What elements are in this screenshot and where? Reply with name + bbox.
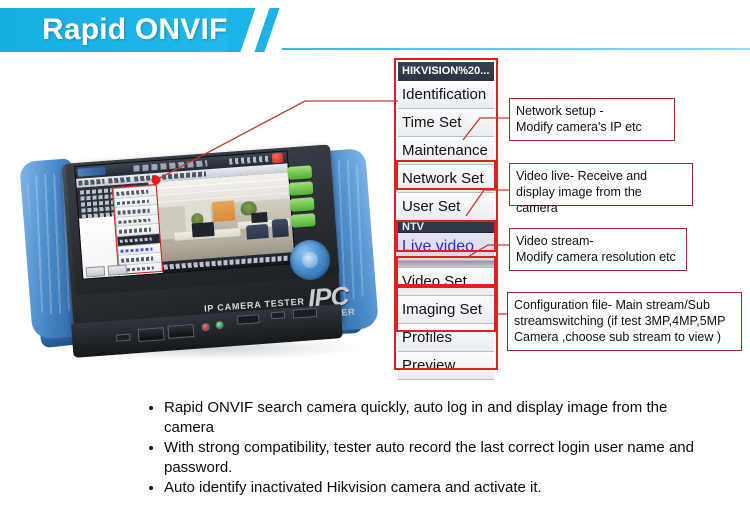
device-port-hdmi xyxy=(236,314,260,325)
menu-item-preview[interactable]: Preview xyxy=(398,352,494,380)
callout-video-live-line1: Video live- Receive and xyxy=(516,169,648,183)
onvif-menu-panel: HIKVISION%20... Identification Time Set … xyxy=(398,62,494,380)
menu-item-user-set[interactable]: User Set xyxy=(398,193,494,221)
screen-refresh-button xyxy=(107,264,128,276)
callout-config-line1: Configuration file- Main stream/Sub xyxy=(514,298,710,312)
screen-app-badge xyxy=(77,166,106,177)
menu-item-time-set[interactable]: Time Set xyxy=(398,109,494,137)
device-side-keys xyxy=(287,165,318,239)
banner-underline xyxy=(282,48,750,50)
menu-item-video-set[interactable]: Video Set xyxy=(398,268,494,296)
device-key-3 xyxy=(289,197,315,212)
device-jack-audio-in xyxy=(201,322,210,332)
device-port-rj45-a xyxy=(137,327,165,343)
menu-item-network-set[interactable]: Network Set xyxy=(398,165,494,193)
video-orange-partition xyxy=(212,200,236,222)
feature-bullet-list: Rapid ONVIF search camera quickly, auto … xyxy=(146,398,706,499)
video-monitor xyxy=(251,211,268,224)
screen-toolbar-btn-3 xyxy=(134,174,159,182)
video-monitor xyxy=(191,221,215,238)
page-header-banner: Rapid ONVIF xyxy=(0,8,750,52)
menu-item-identification[interactable]: Identification xyxy=(398,81,494,109)
callout-video-live-line2: display image from the camera xyxy=(516,185,642,215)
device-port-rj45-b xyxy=(167,323,195,339)
device-port-vga xyxy=(292,307,318,319)
device-screen xyxy=(74,150,296,280)
device-key-1 xyxy=(287,165,313,181)
screen-menu-highlight xyxy=(111,183,164,276)
feature-item: With strong compatibility, tester auto r… xyxy=(164,438,706,477)
device-key-2 xyxy=(288,181,314,196)
ip-camera-tester-photo: IP CAMERA TESTER IPC TESTER xyxy=(18,140,390,372)
menu-item-imaging-set[interactable]: Imaging Set xyxy=(398,296,494,324)
callout-config-line3: Camera ,choose sub stream to view ) xyxy=(514,330,722,344)
screen-close-icon xyxy=(271,152,284,164)
callout-network-setup-line2: Modify camera's IP etc xyxy=(516,120,642,134)
menu-separator-bar xyxy=(398,261,494,268)
callout-video-stream-line2: Modify camera resolution etc xyxy=(516,250,676,264)
screen-status-icons xyxy=(228,155,270,165)
menu-item-live-video[interactable]: Live video xyxy=(398,233,494,261)
device-port-usb-2 xyxy=(270,311,286,320)
menu-header: HIKVISION%20... xyxy=(398,62,494,81)
device-port-usb xyxy=(116,333,131,342)
callout-video-live: Video live- Receive and display image fr… xyxy=(509,163,693,215)
callout-network-setup: Network setup - Modify camera's IP etc xyxy=(509,98,675,141)
screen-add-button xyxy=(85,266,106,278)
feature-item: Rapid ONVIF search camera quickly, auto … xyxy=(164,398,706,437)
screen-toolbar-btn-1 xyxy=(78,178,105,186)
callout-video-stream: Video stream- Modify camera resolution e… xyxy=(509,228,687,271)
menu-item-ntv[interactable]: NTV xyxy=(398,221,494,233)
screen-live-video xyxy=(148,172,295,263)
device-jack-audio-out xyxy=(215,320,224,330)
menu-item-profiles[interactable]: Profiles xyxy=(398,324,494,352)
screen-toolbar-btn-2 xyxy=(108,176,131,184)
callout-configuration-file: Configuration file- Main stream/Sub stre… xyxy=(507,292,742,351)
feature-item: Auto identify inactivated Hikvision came… xyxy=(164,478,706,498)
callout-config-line2: streamswitching (if test 3MP,4MP,5MP xyxy=(514,314,726,328)
page-title: Rapid ONVIF xyxy=(42,13,228,46)
device-dpad xyxy=(288,238,332,282)
callout-network-setup-line1: Network setup - xyxy=(516,104,604,118)
menu-item-maintenance[interactable]: Maintenance xyxy=(398,137,494,165)
device-key-4 xyxy=(290,213,316,228)
callout-video-stream-line1: Video stream- xyxy=(516,234,594,248)
